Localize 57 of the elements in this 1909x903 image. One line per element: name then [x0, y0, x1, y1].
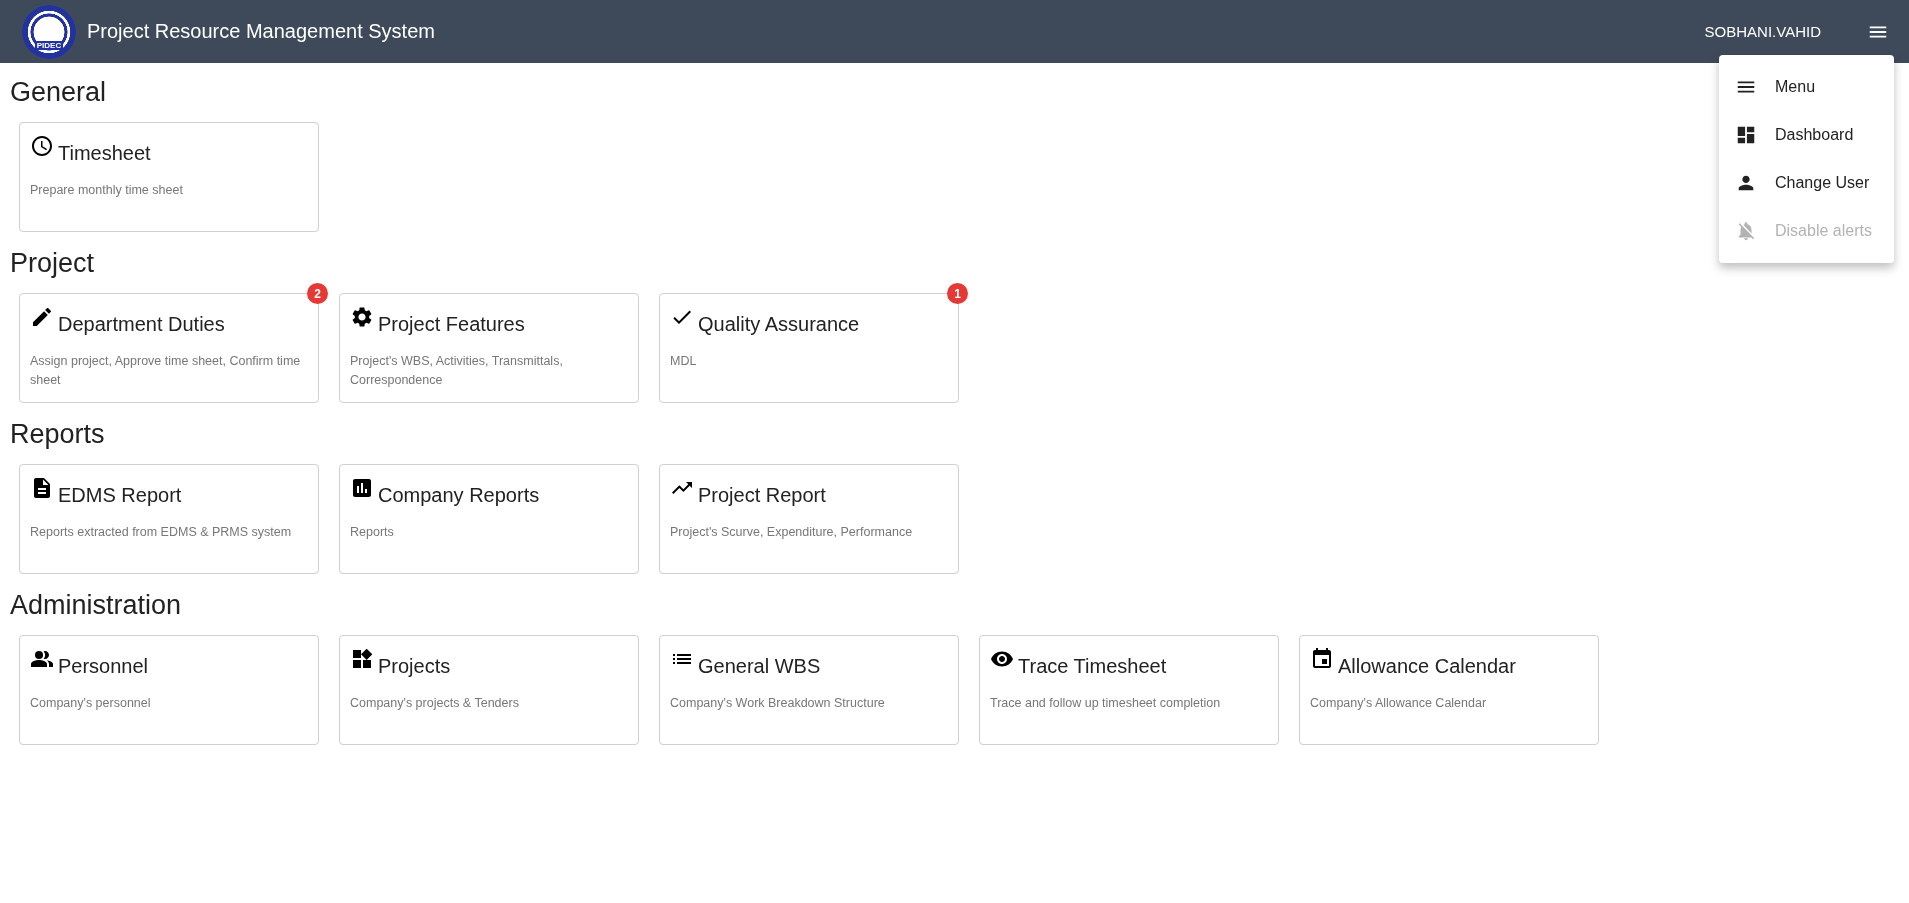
card-description: Project's Scurve, Expenditure, Performance [670, 524, 914, 541]
module-card[interactable]: General WBS Company's Work Breakdown Structure [659, 635, 959, 745]
card-title: Trace Timesheet [1018, 655, 1167, 678]
card-description: Company's Allowance Calendar [1310, 695, 1488, 712]
menu-item[interactable]: Dashboard [1719, 111, 1894, 159]
card-description: Company's projects & Tenders [350, 695, 520, 712]
notification-badge: 2 [307, 283, 328, 304]
bar-chart-icon [350, 476, 374, 500]
menu-item-label: Change User [1775, 174, 1870, 192]
section-title: General [10, 76, 107, 109]
card-title: Department Duties [58, 313, 225, 336]
clock-icon [30, 134, 54, 158]
app-title: Project Resource Management System [87, 20, 436, 43]
card-title: Quality Assurance [698, 313, 860, 336]
card-title: EDMS Report [58, 484, 182, 507]
user-name: SOBHANI.VAHID [1704, 23, 1821, 40]
module-card[interactable]: Project Features Project's WBS, Activities, Transmittals, Correspondence [339, 293, 639, 403]
module-card[interactable]: Allowance Calendar Company's Allowance Calendar [1299, 635, 1599, 745]
menu-item-label: Disable alerts [1775, 222, 1872, 240]
card-description: Company's Work Breakdown Structure [670, 695, 886, 712]
section-title: Administration [10, 589, 182, 622]
card-description: Project's WBS, Activities, Transmittals, Correspondence [350, 353, 564, 389]
menu-item[interactable]: Menu [1719, 63, 1894, 111]
card-title: Project Report [698, 484, 826, 507]
menu-item-label: Menu [1775, 78, 1816, 96]
menu-item-label: Dashboard [1775, 126, 1854, 144]
card-title: Company Reports [378, 484, 540, 507]
card-description: Trace and follow up timesheet completion [990, 695, 1222, 712]
card-title: Timesheet [58, 142, 151, 165]
logo: PIDEC [22, 4, 76, 59]
card-description: Reports [350, 524, 395, 541]
card-description: MDL [670, 353, 698, 370]
card-description: Company's personnel [30, 695, 152, 712]
gear-icon [350, 305, 374, 329]
module-card[interactable]: Timesheet Prepare monthly time sheet [19, 122, 319, 232]
card-title: Personnel [58, 655, 149, 678]
card-title: Projects [378, 655, 451, 678]
notification-badge: 1 [947, 283, 968, 304]
card-description: Reports extracted from EDMS & PRMS system [30, 524, 293, 541]
card-description: Assign project, Approve time sheet, Confirm time sheet [30, 353, 302, 389]
module-card[interactable]: Project Report Project's Scurve, Expenditure, Performance [659, 464, 959, 574]
pencil-icon [30, 305, 54, 329]
section-title: Project [10, 247, 95, 280]
menu-item[interactable]: Change User [1719, 159, 1894, 207]
module-card[interactable]: Projects Company's projects & Tenders [339, 635, 639, 745]
module-card[interactable]: Trace Timesheet Trace and follow up timesheet completion [979, 635, 1279, 745]
module-card[interactable]: Company Reports Reports [339, 464, 639, 574]
module-card[interactable]: EDMS Report Reports extracted from EDMS & PRMS system [19, 464, 319, 574]
section-title: Reports [10, 418, 105, 451]
card-title: Allowance Calendar [1338, 655, 1516, 678]
calendar-icon [1310, 647, 1334, 671]
card-title: Project Features [378, 313, 525, 336]
dashboard-icon [1735, 124, 1757, 146]
widgets-icon [350, 647, 374, 671]
card-description: Prepare monthly time sheet [30, 182, 184, 199]
card-title: General WBS [698, 655, 821, 678]
module-card[interactable]: Personnel Company's personnel [19, 635, 319, 745]
